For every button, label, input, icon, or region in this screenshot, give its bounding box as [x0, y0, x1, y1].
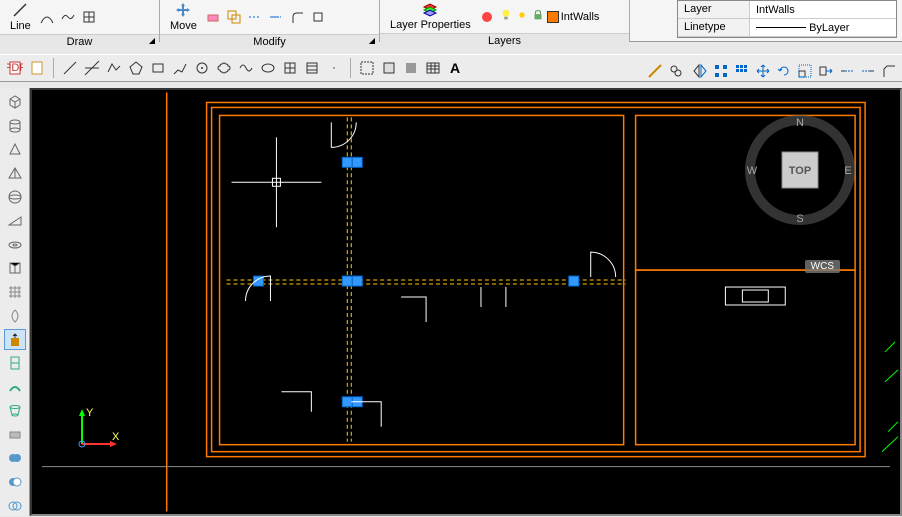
- prop-linetype-value[interactable]: ByLayer: [750, 19, 896, 36]
- lt-mesh-icon[interactable]: [4, 282, 26, 303]
- lt-presspull-icon[interactable]: [4, 329, 26, 350]
- hatch-tool[interactable]: [80, 8, 98, 26]
- prop-linetype-label: Linetype: [678, 19, 750, 36]
- move-label: Move: [170, 20, 197, 32]
- draw-polyline-icon[interactable]: [105, 59, 123, 77]
- svg-text:X: X: [112, 431, 120, 443]
- prop-row-layer[interactable]: Layer IntWalls: [678, 1, 896, 19]
- draw-revcloud-icon[interactable]: [215, 59, 233, 77]
- viewcube-w: W: [747, 165, 758, 177]
- draw-rectangle-icon[interactable]: [149, 59, 167, 77]
- prop-layer-label: Layer: [678, 1, 750, 18]
- erase-tool[interactable]: [204, 8, 222, 26]
- draw-3dpoly-icon[interactable]: [171, 59, 189, 77]
- layer-freeze-icon[interactable]: [478, 8, 496, 26]
- text-icon[interactable]: A: [446, 59, 464, 77]
- draw-ellipse-icon[interactable]: [259, 59, 277, 77]
- layer-properties-button[interactable]: Layer Properties: [386, 0, 475, 33]
- drawing-canvas[interactable]: TOP N S E W WCS Y X: [30, 88, 902, 516]
- prop-layer-value[interactable]: IntWalls: [750, 1, 896, 18]
- viewcube-top-label: TOP: [789, 165, 811, 177]
- array-icon[interactable]: [712, 62, 730, 80]
- line-tool[interactable]: Line: [6, 0, 35, 34]
- panel-draw: Line Draw◢: [0, 0, 160, 41]
- hatch-icon[interactable]: [303, 59, 321, 77]
- viewcube[interactable]: TOP N S E W: [740, 110, 860, 230]
- layer-sun-icon: [515, 8, 529, 25]
- wcs-label[interactable]: WCS: [805, 260, 840, 273]
- lt-loft-icon[interactable]: [4, 400, 26, 421]
- lt-subtract-icon[interactable]: [4, 472, 26, 493]
- properties-panel: Layer IntWalls Linetype ByLayer: [677, 0, 897, 38]
- lt-pyramid-icon[interactable]: [4, 163, 26, 184]
- spline-tool[interactable]: [59, 8, 77, 26]
- move-tool[interactable]: Move: [166, 0, 201, 34]
- trim2-icon[interactable]: [838, 62, 856, 80]
- panel-layers-label: Layers: [380, 33, 629, 48]
- lt-box-icon[interactable]: [4, 92, 26, 113]
- layer-current-name: IntWalls: [561, 11, 600, 23]
- chamfer-icon[interactable]: [880, 62, 898, 80]
- lt-union-icon[interactable]: [4, 448, 26, 469]
- lt-section-icon[interactable]: [4, 424, 26, 445]
- panel-modify: Move Modify◢: [160, 0, 380, 41]
- layer-bulb-icon: [499, 8, 513, 25]
- svg-text:Y: Y: [86, 407, 94, 419]
- table-icon[interactable]: [424, 59, 442, 77]
- pdf-import-icon[interactable]: [28, 59, 46, 77]
- viewcube-e: E: [844, 165, 851, 177]
- lt-torus-icon[interactable]: [4, 234, 26, 255]
- lt-sweep-icon[interactable]: [4, 377, 26, 398]
- layerprops-label: Layer Properties: [390, 20, 471, 31]
- draw-polygon-icon[interactable]: [127, 59, 145, 77]
- line-label: Line: [10, 20, 31, 32]
- viewcube-n: N: [796, 117, 804, 129]
- fillet-tool[interactable]: [288, 8, 306, 26]
- lt-intersect-icon[interactable]: [4, 495, 26, 516]
- point-icon[interactable]: ·: [325, 59, 343, 77]
- lt-wedge-icon[interactable]: [4, 211, 26, 232]
- insert-block-icon[interactable]: [281, 59, 299, 77]
- ucs-icon: Y X: [72, 404, 122, 454]
- viewcube-s: S: [796, 213, 803, 225]
- lt-polysolid-icon[interactable]: [4, 258, 26, 279]
- stretch-icon[interactable]: [817, 62, 835, 80]
- extend2-icon[interactable]: [859, 62, 877, 80]
- region-icon[interactable]: [358, 59, 376, 77]
- lt-revolve-icon[interactable]: [4, 305, 26, 326]
- wipeout-icon[interactable]: [402, 59, 420, 77]
- panel-modify-label: Modify◢: [160, 34, 379, 49]
- explode-tool[interactable]: [309, 8, 327, 26]
- layer-lock-icon: [531, 8, 545, 25]
- boundary-icon[interactable]: [380, 59, 398, 77]
- array-rect-icon[interactable]: [733, 62, 751, 80]
- lt-extrude-icon[interactable]: [4, 353, 26, 374]
- pdf-export-icon[interactable]: PDF: [6, 59, 24, 77]
- measure-icon[interactable]: [646, 62, 664, 80]
- draw-line-icon[interactable]: [61, 59, 79, 77]
- lt-cylinder-icon[interactable]: [4, 116, 26, 137]
- arc-tool[interactable]: [38, 8, 56, 26]
- layer-color-swatch: [547, 11, 559, 23]
- draw-spline-icon[interactable]: [237, 59, 255, 77]
- select-similar-icon[interactable]: [667, 62, 685, 80]
- svg-text:PDF: PDF: [7, 62, 23, 74]
- draw-arc-icon[interactable]: [193, 59, 211, 77]
- left-toolbar: [0, 88, 30, 516]
- extend-tool[interactable]: [267, 8, 285, 26]
- workspace: TOP N S E W WCS Y X: [0, 88, 902, 516]
- scale-icon[interactable]: [796, 62, 814, 80]
- mirror-icon[interactable]: [691, 62, 709, 80]
- lt-sphere-icon[interactable]: [4, 187, 26, 208]
- panel-layers: Layer Properties IntWalls Layers: [380, 0, 630, 41]
- copy-tool[interactable]: [225, 8, 243, 26]
- rotate-icon[interactable]: [775, 62, 793, 80]
- panel-draw-label: Draw◢: [0, 34, 159, 49]
- lt-cone-icon[interactable]: [4, 139, 26, 160]
- right-toolbar: [646, 62, 898, 80]
- draw-xline-icon[interactable]: [83, 59, 101, 77]
- move2-icon[interactable]: [754, 62, 772, 80]
- trim-tool[interactable]: [246, 8, 264, 26]
- prop-row-linetype[interactable]: Linetype ByLayer: [678, 19, 896, 37]
